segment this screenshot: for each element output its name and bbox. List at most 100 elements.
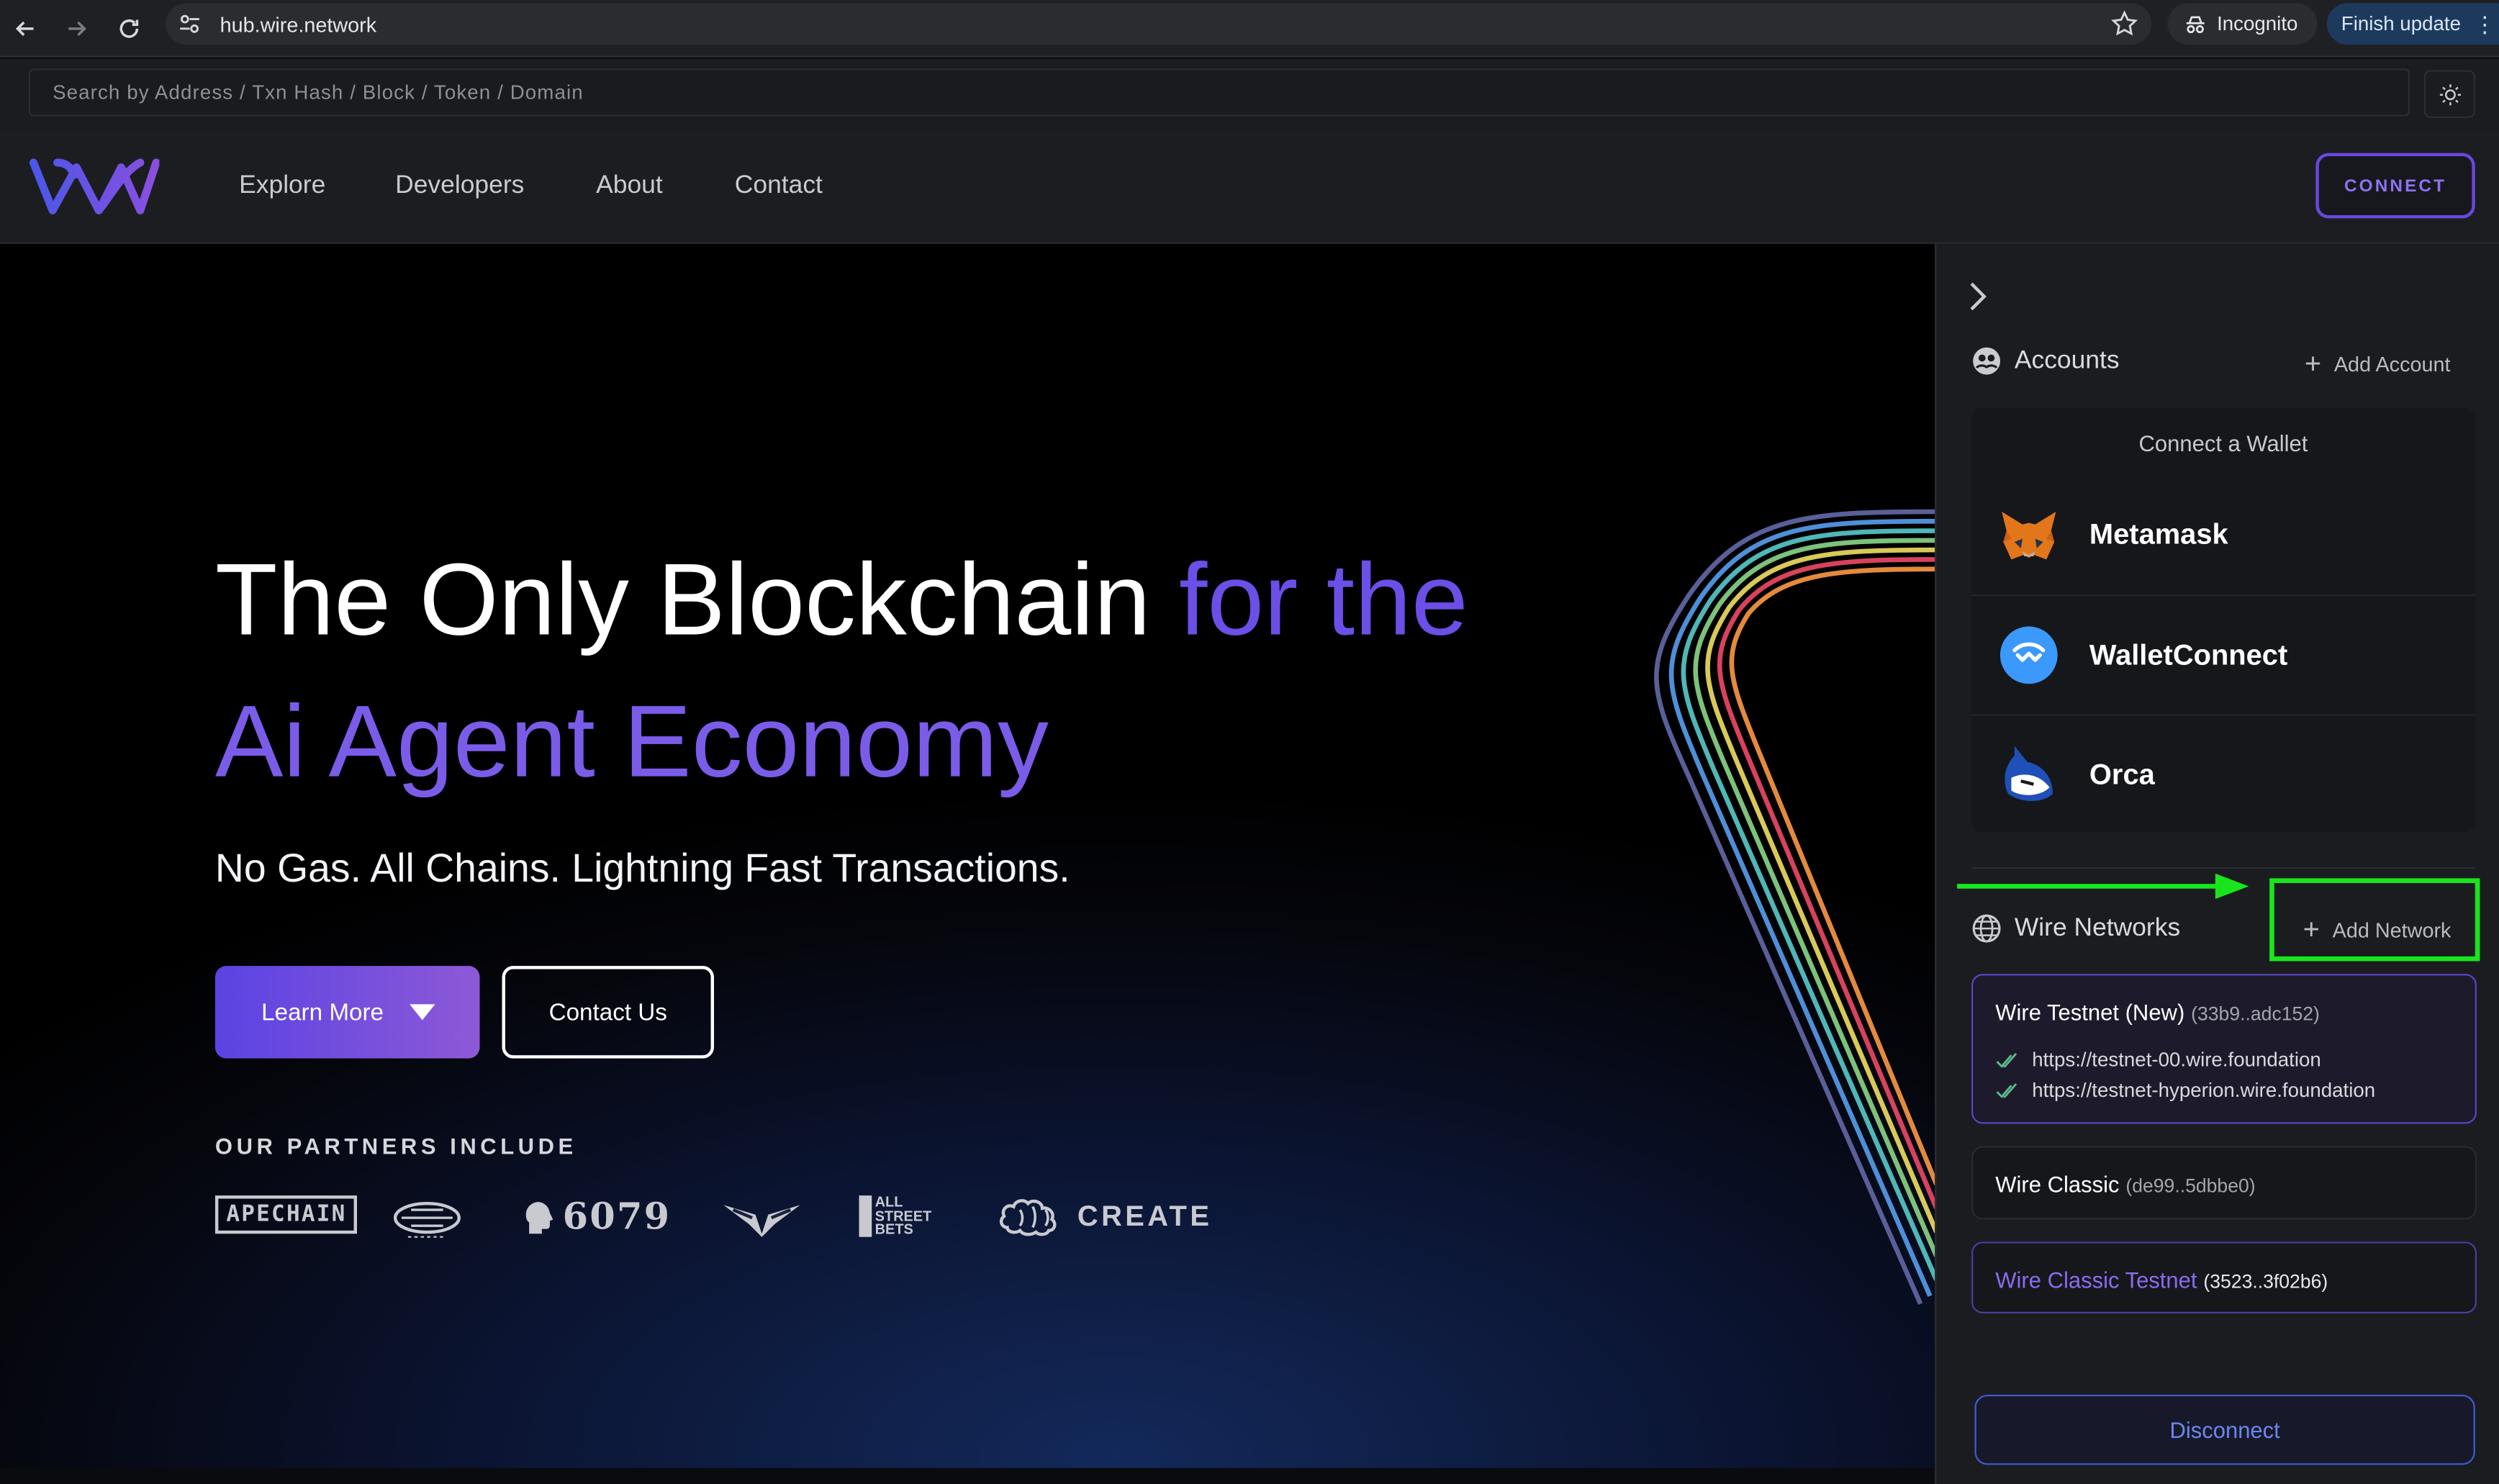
site-settings-icon[interactable] [177, 12, 202, 37]
network-title: Wire Classic (de99..5dbbe0) [1995, 1172, 2255, 1197]
create-text: CREATE [1077, 1199, 1213, 1231]
chevron-right-icon[interactable] [1962, 279, 1994, 315]
contact-us-button[interactable]: Contact Us [502, 966, 714, 1059]
network-name: Wire Classic [1995, 1171, 2120, 1198]
hero-headline-line1: The Only Blockchain for the [215, 548, 1468, 651]
theme-toggle-button[interactable] [2423, 70, 2475, 118]
arrow-right-icon [68, 21, 86, 36]
hero-subheadline: No Gas. All Chains. Lightning Fast Trans… [214, 846, 1070, 892]
asb-bar-icon [859, 1195, 872, 1237]
url-text: hub.wire.network [220, 12, 377, 37]
network-item-wire-classic[interactable]: Wire Classic (de99..5dbbe0) [1971, 1146, 2477, 1220]
wallet-side-panel: Accounts + Add Account Connect a Wallet … [1935, 243, 2499, 1484]
asb-text: ALL STREET BETS [875, 1194, 932, 1238]
double-check-icon [1996, 1083, 2017, 1098]
connect-wallet-label: Connect a Wallet [2138, 430, 2308, 456]
wallet-name: Metamask [2089, 517, 2228, 551]
connect-button[interactable]: CONNECT [2315, 153, 2475, 219]
endpoint-url: https://testnet-hyperion.wire.foundation [2032, 1079, 2376, 1102]
wings-logo-icon [723, 1205, 800, 1237]
partner-logo-create: CREATE [998, 1195, 1212, 1237]
disconnect-button[interactable]: Disconnect [1974, 1394, 2475, 1465]
hero-headline-line2: Ai Agent Economy [214, 684, 1049, 799]
annotation-arrow [1957, 873, 2249, 900]
add-account-label: Add Account [2333, 351, 2451, 376]
partner-logo-spunkie [389, 1195, 465, 1243]
network-item-wire-classic-testnet[interactable]: Wire Classic Testnet (3523..3f02b6) [1971, 1241, 2477, 1314]
learn-more-label: Learn More [261, 998, 384, 1026]
wallet-option-orca[interactable]: Orca [1971, 714, 2475, 833]
hero-bottom-edge [0, 1467, 1935, 1484]
site-header: Explore Developers About Contact CONNECT [0, 129, 2499, 244]
endpoint-row: https://testnet-hyperion.wire.foundation [1995, 1079, 2375, 1101]
network-name: Wire Testnet (New) [1995, 999, 2185, 1026]
screen-root: hub.wire.network Incognito Finish update… [0, 0, 2499, 1484]
accounts-icon [1973, 347, 2001, 375]
partner-logo-allstreetbets: ALL STREET BETS [859, 1195, 952, 1237]
accounts-header: Accounts [1971, 346, 2120, 376]
network-id: (de99..5dbbe0) [2125, 1175, 2256, 1198]
network-title: Wire Testnet (New) (33b9..adc152) [1995, 1000, 2320, 1025]
incognito-indicator[interactable]: Incognito [2167, 3, 2318, 45]
kebab-menu-icon[interactable]: ⋮ [2474, 10, 2496, 37]
incognito-icon [2186, 15, 2205, 32]
badge-logo-icon [393, 1201, 461, 1238]
partner-logo-wings [720, 1195, 803, 1240]
globe-icon [1972, 914, 2001, 943]
address-bar[interactable]: hub.wire.network [166, 3, 2152, 45]
double-check-icon [1996, 1053, 2017, 1068]
headline-purple: for the [1178, 542, 1468, 657]
arrow-left-icon [15, 21, 34, 36]
hero-section: The Only Blockchain for the Ai Agent Eco… [0, 243, 1939, 1468]
network-title: Wire Classic Testnet (3523..3f02b6) [1995, 1267, 2328, 1293]
endpoint-row: https://testnet-00.wire.foundation [1995, 1049, 2321, 1071]
nav-contact[interactable]: Contact [735, 172, 823, 201]
networks-title: Wire Networks [2014, 914, 2181, 941]
finish-update-button[interactable]: Finish update ⋮ [2326, 3, 2499, 45]
wallet-option-metamask[interactable]: Metamask [1971, 475, 2475, 594]
wallet-name: WalletConnect [2089, 638, 2288, 671]
head-logo-icon [525, 1200, 553, 1234]
wallet-name: Orca [2089, 758, 2155, 790]
caret-down-icon [409, 1004, 435, 1021]
nav-about[interactable]: About [596, 172, 663, 201]
headline-white: The Only Blockchain [214, 542, 1179, 657]
wire-logo[interactable] [29, 155, 160, 219]
plus-icon: + [2304, 347, 2322, 380]
partners-title: OUR PARTNERS INCLUDE [214, 1133, 577, 1159]
sun-icon [2439, 83, 2460, 105]
learn-more-button[interactable]: Learn More [214, 966, 480, 1059]
decorative-arcs [1654, 509, 1939, 1306]
endpoint-url: https://testnet-00.wire.foundation [2032, 1049, 2321, 1072]
brain-logo-icon [999, 1199, 1057, 1236]
networks-header: Wire Networks [1971, 913, 2180, 944]
partner-logo-apechain: APECHAIN [214, 1195, 358, 1234]
orca-icon [1999, 744, 2059, 805]
network-item-wire-testnet-new[interactable]: Wire Testnet (New) (33b9..adc152) https:/… [1971, 974, 2477, 1124]
nav-explore[interactable]: Explore [239, 172, 325, 201]
walletconnect-icon [1999, 625, 2059, 685]
incognito-label: Incognito [2217, 12, 2298, 35]
reload-button[interactable] [110, 9, 148, 47]
bookmark-star-icon[interactable] [2110, 9, 2139, 38]
wallet-option-walletconnect[interactable]: WalletConnect [1971, 594, 2475, 714]
add-account-button[interactable]: + Add Account [2305, 349, 2451, 378]
nav-developers[interactable]: Developers [395, 172, 524, 201]
search-band [0, 58, 2499, 130]
reload-icon [119, 19, 139, 38]
annotation-highlight-box [2269, 878, 2480, 962]
search-input[interactable] [30, 70, 2408, 115]
network-id: (33b9..adc152) [2191, 1003, 2320, 1026]
network-name: Wire Classic Testnet [1995, 1267, 2197, 1293]
apechain-text: APECHAIN [214, 1195, 358, 1234]
site-search [28, 68, 2410, 117]
metamask-icon [1999, 505, 2059, 565]
6079-text: 6079 [562, 1195, 672, 1239]
partner-logo-6079: 6079 [521, 1195, 671, 1239]
forward-button[interactable] [58, 9, 96, 47]
back-button[interactable] [6, 9, 45, 47]
panel-divider [1971, 867, 2475, 869]
browser-toolbar: hub.wire.network Incognito Finish update… [0, 0, 2499, 58]
network-id: (3523..3f02b6) [2203, 1270, 2328, 1293]
accounts-title: Accounts [2014, 346, 2120, 374]
